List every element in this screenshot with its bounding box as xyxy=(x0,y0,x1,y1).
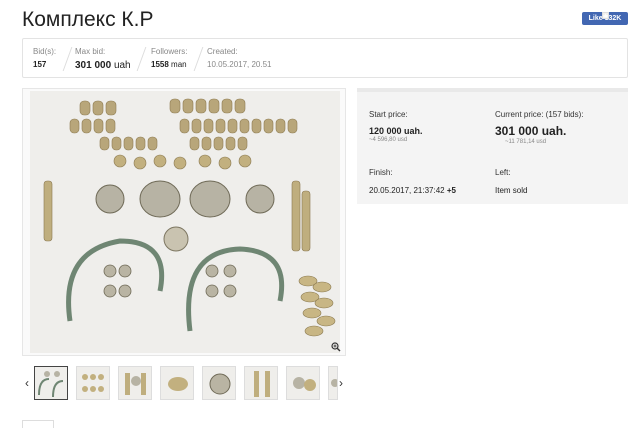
stat-divider xyxy=(136,47,147,71)
created-value: 10.05.2017, 20.51 xyxy=(207,60,272,69)
start-price-value: 120 000 uah. xyxy=(369,126,423,136)
stat-divider xyxy=(62,47,73,71)
jewelry-photo-image xyxy=(30,91,340,353)
max-bid-currency: uah xyxy=(113,60,131,71)
current-price-value: 301 000 uah. xyxy=(495,124,567,138)
finish-block: Finish: 20.05.2017, 21:37:42 +5 xyxy=(369,168,456,195)
page-title: Комплекс К.Р xyxy=(22,8,154,31)
thumbnail-5[interactable] xyxy=(202,366,236,400)
thumbnail-1[interactable] xyxy=(34,366,68,400)
start-price-label: Start price: xyxy=(369,110,408,119)
thumbs-up-icon xyxy=(601,12,609,19)
chevron-left-icon[interactable]: ‹ xyxy=(22,377,32,389)
finish-extension: +5 xyxy=(446,186,456,195)
zoom-in-icon[interactable] xyxy=(331,342,341,352)
bids-value: 157 xyxy=(33,60,47,69)
thumbnail-2[interactable] xyxy=(76,366,110,400)
thumbnail-6[interactable] xyxy=(244,366,278,400)
thumbnail-strip: ‹ › xyxy=(22,366,346,402)
current-price-usd: ~11 781,14 usd xyxy=(505,139,547,145)
lot-stats-bar: Bid(s): 157 Max bid: 301 000 uah Followe… xyxy=(22,38,628,78)
start-price-block: Start price: 120 000 uah. ~4 596,80 usd xyxy=(369,110,423,143)
bottom-tab-stub xyxy=(22,420,54,428)
stat-divider xyxy=(193,47,204,71)
chevron-right-icon[interactable]: › xyxy=(336,377,346,389)
finish-date: 20.05.2017, 21:37:42 xyxy=(369,186,445,195)
left-label: Left: xyxy=(495,168,511,177)
followers-value: 1558 xyxy=(151,60,169,69)
finish-label: Finish: xyxy=(369,168,393,177)
left-value: Item sold xyxy=(495,186,528,195)
current-price-label: Current price: (157 bids): xyxy=(495,110,584,119)
thumbnail-7[interactable] xyxy=(286,366,320,400)
main-lot-photo[interactable] xyxy=(30,91,340,353)
current-price-block: Current price: (157 bids): 301 000 uah. … xyxy=(495,110,583,145)
auction-info-panel: Start price: 120 000 uah. ~4 596,80 usd … xyxy=(357,88,628,204)
followers-label: Followers: xyxy=(151,47,188,56)
stat-followers: Followers: 1558 man xyxy=(151,47,187,69)
thumbnail-3[interactable] xyxy=(118,366,152,400)
stat-bids: Bid(s): 157 xyxy=(33,47,56,69)
left-block: Left: Item sold xyxy=(495,168,527,195)
stat-max-bid: Max bid: 301 000 uah xyxy=(75,47,131,71)
thumbnail-4[interactable] xyxy=(160,366,194,400)
facebook-like-button[interactable]: Like 132K xyxy=(582,12,628,25)
max-bid-label: Max bid: xyxy=(75,47,106,56)
created-label: Created: xyxy=(207,47,238,56)
bids-label: Bid(s): xyxy=(33,47,57,56)
start-price-usd: ~4 596,80 usd xyxy=(369,137,408,143)
lot-photo-gallery[interactable] xyxy=(22,88,346,356)
followers-unit: man xyxy=(171,60,187,69)
stat-created: Created: 10.05.2017, 20.51 xyxy=(207,47,272,69)
max-bid-value: 301 000 xyxy=(75,60,112,71)
